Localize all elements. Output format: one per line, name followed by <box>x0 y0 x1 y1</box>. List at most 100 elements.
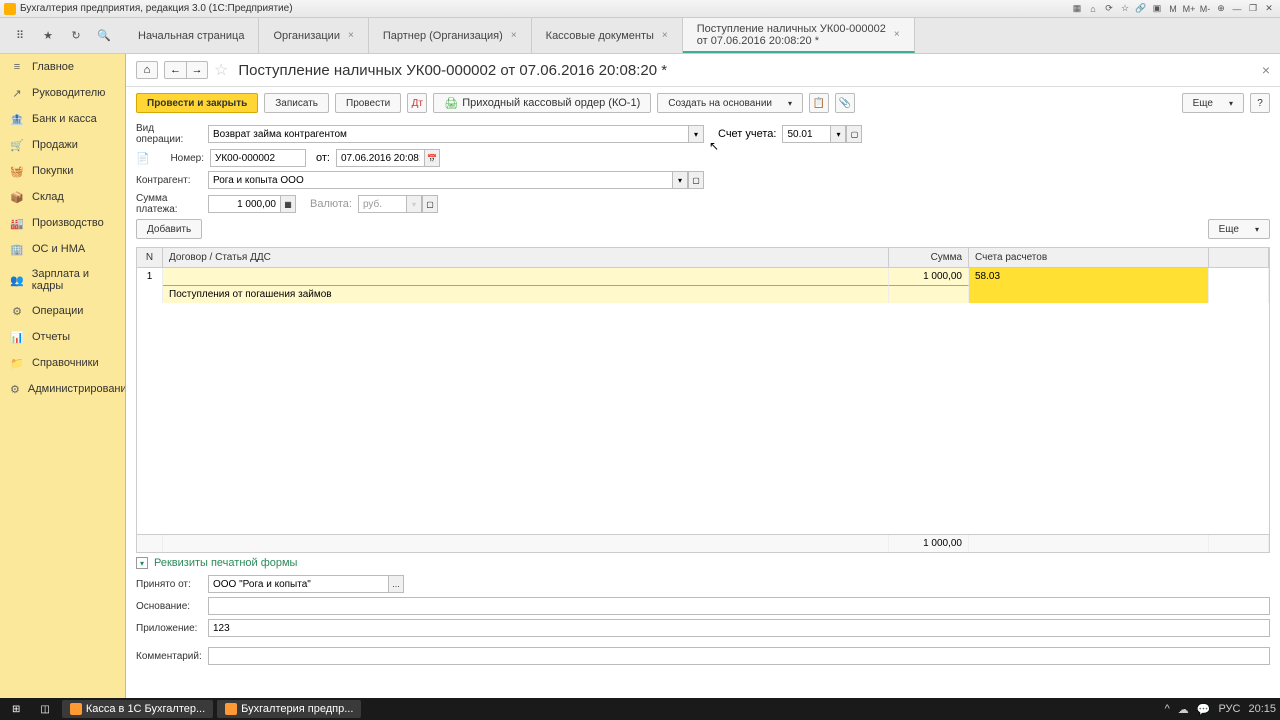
sidebar-item-salary[interactable]: 👥Зарплата и кадры <box>0 262 125 298</box>
sidebar-item-os[interactable]: 🏢ОС и НМА <box>0 236 125 262</box>
tray-icon[interactable]: 💬 <box>1197 703 1211 716</box>
contractor-input[interactable] <box>208 171 672 189</box>
sidebar-item-main[interactable]: ≡Главное <box>0 54 125 80</box>
print-list-button[interactable]: 📋 <box>809 93 829 113</box>
amount-label: Сумма платежа: <box>136 193 202 215</box>
back-button[interactable]: ← <box>164 61 186 79</box>
titlebar-mminus[interactable]: М- <box>1198 2 1212 16</box>
titlebar-mplus[interactable]: М+ <box>1182 2 1196 16</box>
top-toolbar: ⠿ ★ ↻ 🔍 Начальная страница Организации× … <box>0 18 1280 54</box>
calendar-btn[interactable]: 📅 <box>424 149 440 167</box>
titlebar-btn-3[interactable]: ⟳ <box>1102 2 1116 16</box>
close-btn[interactable]: ✕ <box>1262 2 1276 16</box>
sidebar-item-production[interactable]: 🏭Производство <box>0 210 125 236</box>
close-icon[interactable]: × <box>662 30 668 41</box>
sidebar-item-admin[interactable]: ⚙Администрирование <box>0 376 125 402</box>
comment-input[interactable] <box>208 647 1270 665</box>
col-desc[interactable]: Договор / Статья ДДС <box>163 248 889 267</box>
start-button[interactable]: ⊞ <box>4 700 28 718</box>
post-and-close-button[interactable]: Провести и закрыть <box>136 93 258 113</box>
close-icon[interactable]: × <box>348 30 354 41</box>
attachment-input[interactable] <box>208 619 1270 637</box>
dropdown-btn: ▾ <box>406 195 422 213</box>
more-button[interactable]: Еще <box>1182 93 1244 113</box>
tab-partner[interactable]: Партнер (Организация)× <box>369 18 532 53</box>
app-icon <box>70 703 82 715</box>
sidebar-item-operations[interactable]: ⚙Операции <box>0 298 125 324</box>
history-icon[interactable]: ↻ <box>68 28 84 44</box>
dropdown-btn[interactable]: ▾ <box>672 171 688 189</box>
tray-icon[interactable]: ☁ <box>1178 703 1189 716</box>
close-icon[interactable]: × <box>511 30 517 41</box>
ellipsis-btn[interactable]: … <box>388 575 404 593</box>
titlebar-m[interactable]: М <box>1166 2 1180 16</box>
titlebar-btn-2[interactable]: ⌂ <box>1086 2 1100 16</box>
date-input[interactable] <box>336 149 424 167</box>
forward-button[interactable]: → <box>186 61 208 79</box>
amount-input[interactable] <box>208 195 280 213</box>
sidebar-item-catalogs[interactable]: 📁Справочники <box>0 350 125 376</box>
tab-cash-docs[interactable]: Кассовые документы× <box>532 18 683 53</box>
pko-button[interactable]: 🖨Приходный кассовый ордер (КО-1) <box>433 93 651 113</box>
dropdown-btn[interactable]: ▾ <box>830 125 846 143</box>
dropdown-btn[interactable]: ▾ <box>688 125 704 143</box>
close-icon[interactable]: × <box>894 29 900 40</box>
col-acc[interactable]: Счета расчетов <box>969 248 1209 267</box>
attach-button[interactable]: 📎 <box>835 93 855 113</box>
add-row-button[interactable]: Добавить <box>136 219 202 239</box>
search-icon[interactable]: 🔍 <box>96 28 112 44</box>
tab-start[interactable]: Начальная страница <box>124 18 259 53</box>
op-type-input[interactable] <box>208 125 688 143</box>
tab-receipt[interactable]: Поступление наличных УК00-000002 от 07.0… <box>683 18 915 53</box>
menu-icon: ≡ <box>10 60 24 74</box>
post-button[interactable]: Провести <box>335 93 401 113</box>
sidebar-item-purchases[interactable]: 🧺Покупки <box>0 158 125 184</box>
help-button[interactable]: ? <box>1250 93 1270 113</box>
open-btn[interactable]: ▢ <box>688 171 704 189</box>
minimize-btn[interactable]: — <box>1230 2 1244 16</box>
sidebar-item-reports[interactable]: 📊Отчеты <box>0 324 125 350</box>
favorite-button[interactable]: ☆ <box>214 60 228 80</box>
account-input[interactable] <box>782 125 830 143</box>
from-input[interactable] <box>208 575 388 593</box>
titlebar-btn-4[interactable]: ☆ <box>1118 2 1132 16</box>
taskbar-app-2[interactable]: Бухгалтерия предпр... <box>217 700 361 718</box>
close-document[interactable]: × <box>1262 62 1270 78</box>
tab-organizations[interactable]: Организации× <box>259 18 368 53</box>
open-btn[interactable]: ▢ <box>422 195 438 213</box>
apps-icon[interactable]: ⠿ <box>12 28 28 44</box>
calc-btn[interactable]: ▦ <box>280 195 296 213</box>
sidebar-item-sales[interactable]: 🛒Продажи <box>0 132 125 158</box>
cart-icon: 🛒 <box>10 138 24 152</box>
star-icon[interactable]: ★ <box>40 28 56 44</box>
dt-kt-button[interactable]: Дт <box>407 93 427 113</box>
number-input[interactable] <box>210 149 306 167</box>
print-details-toggle[interactable]: ▾ Реквизиты печатной формы <box>126 553 1280 573</box>
titlebar-btn-x1[interactable]: ⊕ <box>1214 2 1228 16</box>
open-btn[interactable]: ▢ <box>846 125 862 143</box>
maximize-btn[interactable]: ❐ <box>1246 2 1260 16</box>
titlebar-btn-1[interactable]: ▦ <box>1070 2 1084 16</box>
create-based-button[interactable]: Создать на основании <box>657 93 803 113</box>
table-row[interactable]: 1 1 000,00 58.03 <box>137 268 1269 286</box>
sidebar-item-bank[interactable]: 🏦Банк и касса <box>0 106 125 132</box>
tray-icon[interactable]: ^ <box>1165 703 1170 715</box>
table-row[interactable]: Поступления от погашения займов <box>137 286 1269 303</box>
col-sum[interactable]: Сумма <box>889 248 969 267</box>
table-more-button[interactable]: Еще <box>1208 219 1270 239</box>
taskbar: ⊞ ◫ Касса в 1С Бухгалтер... Бухгалтерия … <box>0 698 1280 720</box>
sidebar-item-manager[interactable]: ↗Руководителю <box>0 80 125 106</box>
op-type-label: Вид операции: <box>136 123 202 145</box>
home-button[interactable]: ⌂ <box>136 61 158 79</box>
titlebar-btn-6[interactable]: ▣ <box>1150 2 1164 16</box>
tray-time: 20:15 <box>1248 703 1276 715</box>
save-button[interactable]: Записать <box>264 93 329 113</box>
document-title: Поступление наличных УК00-000002 от 07.0… <box>238 62 667 79</box>
titlebar-btn-5[interactable]: 🔗 <box>1134 2 1148 16</box>
col-n[interactable]: N <box>137 248 163 267</box>
tray-lang[interactable]: РУС <box>1218 703 1240 715</box>
taskbar-app-1[interactable]: Касса в 1С Бухгалтер... <box>62 700 213 718</box>
sidebar-item-warehouse[interactable]: 📦Склад <box>0 184 125 210</box>
basis-input[interactable] <box>208 597 1270 615</box>
task-view-button[interactable]: ◫ <box>32 700 57 718</box>
